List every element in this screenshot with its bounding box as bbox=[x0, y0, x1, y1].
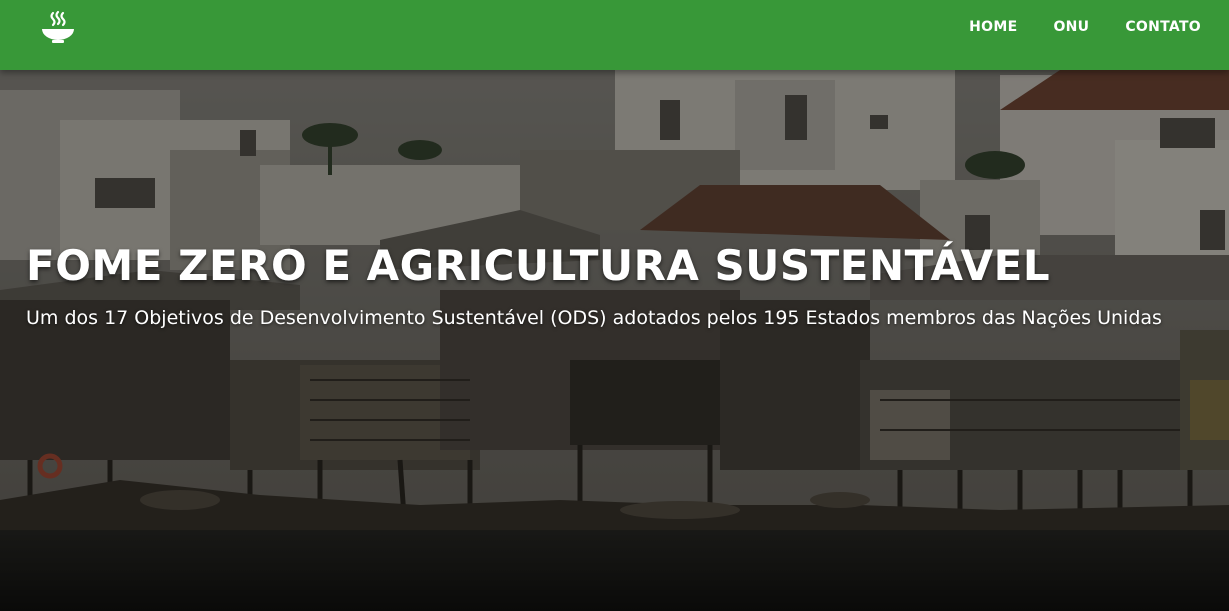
hero-subtitle: Um dos 17 Objetivos de Desenvolvimento S… bbox=[26, 307, 1162, 329]
nav-link-onu[interactable]: ONU bbox=[1053, 19, 1089, 35]
nav-link-contato[interactable]: CONTATO bbox=[1125, 19, 1201, 35]
hero-title: FOME ZERO E AGRICULTURA SUSTENTÁVEL bbox=[26, 241, 1051, 290]
nav-link-home[interactable]: HOME bbox=[969, 19, 1017, 35]
hero-content: FOME ZERO E AGRICULTURA SUSTENTÁVEL Um d… bbox=[26, 238, 1206, 333]
page: HOME ONU CONTATO FOME ZERO E AGRICULTURA… bbox=[0, 0, 1229, 611]
nav-links: HOME ONU CONTATO bbox=[969, 19, 1201, 35]
food-bowl-icon bbox=[42, 10, 74, 43]
top-navbar: HOME ONU CONTATO bbox=[0, 0, 1229, 70]
logo-link[interactable] bbox=[40, 10, 76, 44]
